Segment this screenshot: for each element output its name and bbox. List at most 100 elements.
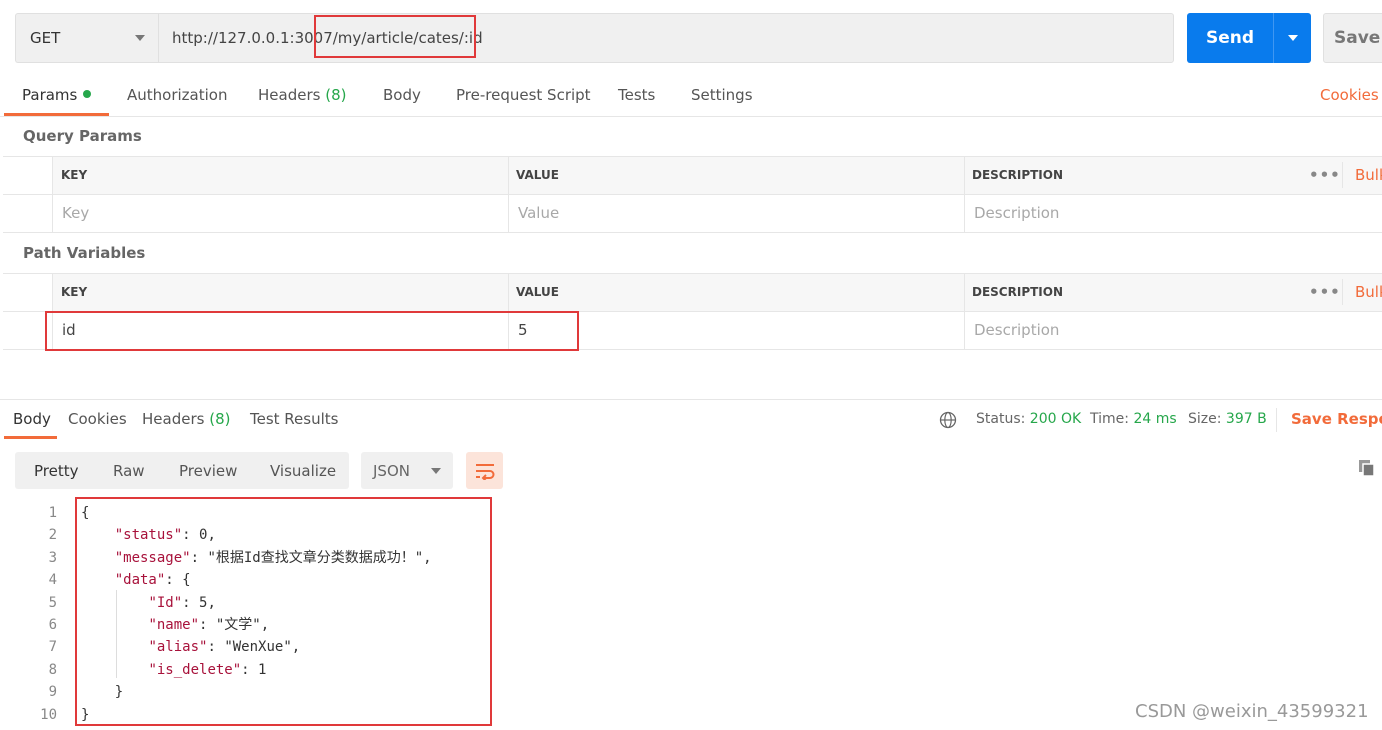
chevron-down-icon — [1287, 35, 1298, 41]
column-header-value: VALUE — [516, 285, 559, 299]
pane-divider[interactable] — [0, 399, 1382, 400]
response-headers-count: (8) — [209, 410, 231, 428]
save-response-button[interactable]: Save Respon — [1291, 410, 1382, 428]
divider — [508, 157, 509, 233]
query-params-header-row — [53, 157, 1382, 194]
code-line: "is_delete": 1 — [148, 661, 267, 678]
divider — [52, 274, 53, 350]
copy-icon[interactable] — [1357, 458, 1377, 478]
headers-count: (8) — [325, 86, 347, 104]
wrap-lines-button[interactable] — [466, 452, 503, 489]
response-status: Status: 200 OK — [976, 411, 1081, 427]
tab-body[interactable]: Body — [383, 86, 421, 108]
response-tab-headers-label: Headers — [142, 410, 205, 428]
column-header-key: KEY — [61, 285, 88, 299]
bulk-edit-link[interactable]: Bulk — [1355, 166, 1382, 184]
path-variable-key[interactable]: id — [62, 321, 76, 339]
format-select[interactable]: JSON — [361, 452, 453, 489]
code-line: "data": { — [114, 572, 191, 589]
column-header-key: KEY — [61, 168, 88, 182]
response-tab-body[interactable]: Body — [13, 410, 51, 428]
path-variable-value[interactable]: 5 — [518, 321, 528, 339]
divider — [1342, 279, 1343, 305]
line-number: 8 — [48, 661, 57, 678]
divider — [52, 157, 53, 233]
description-input[interactable]: Description — [974, 204, 1059, 222]
value-input[interactable]: Value — [518, 204, 559, 222]
code-line: } — [81, 684, 124, 701]
tab-settings[interactable]: Settings — [691, 86, 753, 108]
more-options-icon[interactable]: ••• — [1309, 166, 1341, 184]
key-input[interactable]: Key — [62, 204, 89, 222]
line-number: 3 — [48, 549, 57, 566]
line-number: 7 — [48, 639, 57, 656]
postman-window: GET http://127.0.0.1:3007/my/article/cat… — [0, 0, 1382, 730]
path-variables-header-row — [53, 274, 1382, 311]
view-mode-raw[interactable]: Raw — [113, 462, 145, 480]
chevron-down-icon — [431, 467, 441, 474]
time-value: 24 ms — [1133, 411, 1177, 427]
bulk-edit-link[interactable]: Bulk — [1355, 283, 1382, 301]
line-number: 6 — [48, 617, 57, 634]
response-tab-test-results[interactable]: Test Results — [250, 410, 338, 428]
tab-prerequest-script[interactable]: Pre-request Script — [456, 86, 591, 108]
send-options-button[interactable] — [1273, 13, 1311, 63]
line-number: 1 — [48, 505, 57, 521]
tab-tests[interactable]: Tests — [618, 86, 655, 108]
divider — [3, 311, 1382, 312]
code-line: { — [81, 505, 90, 521]
chevron-down-icon — [135, 35, 145, 41]
url-input[interactable]: http://127.0.0.1:3007/my/article/cates/:… — [158, 13, 1174, 63]
column-header-description: DESCRIPTION — [972, 285, 1064, 299]
tab-headers[interactable]: Headers (8) — [258, 86, 346, 108]
size-label: Size: — [1188, 411, 1222, 427]
response-body-code[interactable]: { "status": 0, "message": "根据Id查找文章分类数据成… — [81, 502, 432, 726]
query-params-title: Query Params — [23, 127, 142, 145]
tabs-divider — [0, 116, 1382, 117]
tab-params[interactable]: Params — [22, 86, 92, 108]
url-text: http://127.0.0.1:3007/my/article/cates/:… — [172, 29, 483, 47]
status-label: Status: — [976, 411, 1026, 427]
view-mode-visualize[interactable]: Visualize — [270, 462, 336, 480]
column-header-value: VALUE — [516, 168, 559, 182]
divider — [3, 194, 1382, 195]
code-line: "name": "文学", — [148, 617, 270, 634]
view-mode-pretty[interactable]: Pretty — [34, 462, 79, 480]
path-variable-highlight — [45, 311, 579, 351]
line-number: 2 — [48, 527, 57, 544]
tab-authorization[interactable]: Authorization — [127, 86, 227, 108]
more-options-icon[interactable]: ••• — [1309, 283, 1341, 301]
method-select[interactable]: GET — [15, 13, 159, 63]
line-number: 10 — [40, 706, 57, 723]
send-label: Send — [1205, 28, 1255, 48]
divider — [3, 349, 1382, 350]
save-button[interactable]: Save — [1323, 13, 1382, 63]
response-tab-headers[interactable]: Headers (8) — [142, 410, 230, 428]
divider — [964, 157, 965, 233]
send-button[interactable]: Send — [1187, 13, 1311, 63]
divider — [508, 274, 509, 350]
status-value: 200 OK — [1029, 411, 1082, 427]
view-mode-preview[interactable]: Preview — [179, 462, 237, 480]
response-tab-cookies[interactable]: Cookies — [68, 410, 127, 428]
wrap-lines-icon — [475, 463, 494, 480]
format-label: JSON — [373, 461, 410, 480]
line-number: 4 — [48, 572, 57, 589]
watermark: CSDN @weixin_43599321 — [1135, 701, 1369, 722]
line-number: 5 — [48, 594, 57, 611]
tab-headers-label: Headers — [258, 86, 321, 104]
description-input[interactable]: Description — [974, 321, 1059, 339]
code-line: "message": "根据Id查找文章分类数据成功！", — [114, 549, 432, 566]
response-time: Time: 24 ms — [1090, 411, 1177, 427]
code-line: "status": 0, — [114, 527, 216, 544]
divider — [1342, 162, 1343, 188]
code-line: "alias": "WenXue", — [148, 639, 301, 656]
size-value: 397 B — [1225, 411, 1267, 427]
time-label: Time: — [1090, 411, 1129, 427]
cookies-link[interactable]: Cookies — [1320, 86, 1379, 108]
response-tab-body-underline — [4, 436, 57, 439]
globe-icon[interactable] — [939, 411, 957, 429]
column-header-description: DESCRIPTION — [972, 168, 1064, 182]
divider — [964, 274, 965, 350]
divider — [3, 232, 1382, 233]
